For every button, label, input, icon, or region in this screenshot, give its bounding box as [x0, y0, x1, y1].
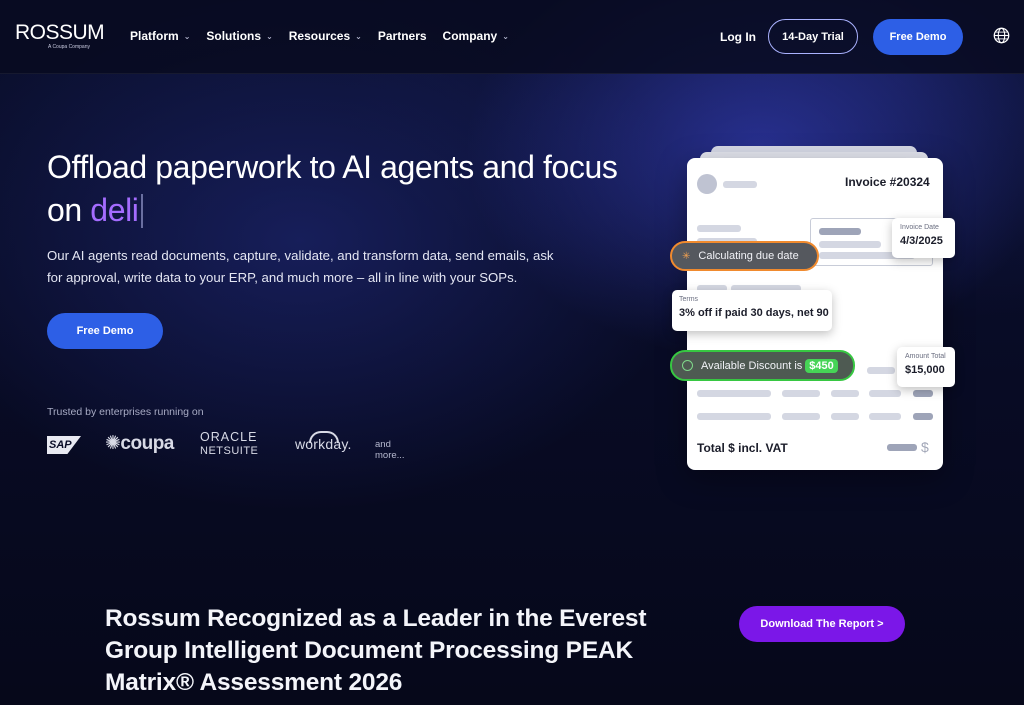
chevron-down-icon: ⌄	[183, 31, 191, 41]
placeholder-bar	[887, 444, 917, 451]
oracle-netsuite-logo: ORACLE NETSUITE	[200, 430, 258, 458]
placeholder-bar	[723, 181, 757, 188]
top-navigation: ROSSUM A Coupa Company Platform ⌄ Solutio…	[0, 0, 1024, 74]
globe-icon[interactable]	[993, 27, 1010, 44]
hero-typed-word: deli	[90, 192, 139, 228]
terms-label: Terms	[679, 296, 699, 303]
check-circle-icon	[682, 360, 693, 371]
invoice-date-value: 4/3/2025	[900, 235, 943, 247]
nav-links: Platform ⌄ Solutions ⌄ Resources ⌄ Partners…	[130, 29, 525, 43]
placeholder-bar	[782, 390, 820, 397]
calculating-status-pill: ✳ Calculating due date	[670, 241, 819, 271]
logo-tagline: A Coupa Company	[48, 44, 90, 50]
download-report-button[interactable]: Download The Report >	[739, 606, 905, 642]
nav-item-company[interactable]: Company ⌄	[443, 29, 509, 43]
placeholder-bar	[831, 390, 859, 397]
nav-item-platform[interactable]: Platform ⌄	[130, 29, 190, 43]
nav-item-label: Partners	[377, 29, 427, 43]
chevron-down-icon: ⌄	[266, 31, 273, 41]
hero-title: Offload paperwork to AI agents and focus…	[47, 146, 627, 232]
discount-text: Available Discount is	[701, 359, 803, 372]
discount-status-pill: Available Discount is $450	[670, 350, 855, 381]
placeholder-bar	[697, 225, 741, 232]
nav-item-partners[interactable]: Partners	[378, 29, 427, 43]
report-title: Rossum Recognized as a Leader in the Eve…	[105, 605, 647, 696]
login-link[interactable]: Log In	[720, 30, 756, 44]
terms-popup: Terms 3% off if paid 30 days, net 90	[672, 290, 832, 331]
terms-value: 3% off if paid 30 days, net 90	[679, 307, 829, 319]
chevron-down-icon: ⌄	[355, 31, 362, 41]
nav-item-solutions[interactable]: Solutions ⌄	[206, 29, 272, 43]
hero-description: Our AI agents read documents, capture, v…	[47, 248, 554, 285]
amount-total-label: Amount Total	[905, 353, 946, 360]
placeholder-bar	[697, 413, 771, 420]
placeholder-bar	[913, 390, 933, 397]
currency-symbol: $	[921, 439, 929, 455]
nav-item-label: Solutions	[206, 29, 262, 43]
amount-total-value: $15,000	[905, 364, 945, 376]
coupa-logo: ✺coupa	[105, 433, 174, 454]
placeholder-bar	[819, 241, 881, 248]
spinner-icon: ✳	[682, 250, 691, 262]
placeholder-bar	[831, 413, 859, 420]
placeholder-bar	[869, 390, 901, 397]
invoice-date-popup: Invoice Date 4/3/2025	[892, 218, 955, 258]
free-demo-nav-button[interactable]: Free Demo	[873, 19, 963, 55]
rossum-logo[interactable]: ROSSUM A Coupa Company	[15, 21, 105, 50]
invoice-total-label: Total $ incl. VAT	[697, 441, 788, 455]
chevron-down-icon: ⌄	[502, 31, 509, 41]
nav-item-label: Resources	[288, 29, 351, 43]
more-partners-text: and more...	[375, 439, 405, 461]
amount-total-popup: Amount Total $15,000	[897, 347, 955, 387]
workday-logo: workday.	[295, 436, 352, 452]
free-demo-hero-button[interactable]: Free Demo	[47, 313, 163, 349]
nav-item-label: Platform	[130, 29, 179, 43]
discount-amount: $450	[805, 358, 838, 373]
nav-item-label: Company	[442, 29, 498, 43]
logo-wordmark: ROSSUM	[15, 21, 105, 44]
typing-caret	[140, 194, 143, 228]
placeholder-bar	[867, 367, 895, 374]
placeholder-bar	[697, 390, 771, 397]
trial-button[interactable]: 14-Day Trial	[768, 19, 858, 54]
placeholder-bar	[782, 413, 820, 420]
trusted-label: Trusted by enterprises running on	[47, 406, 204, 418]
oracle-logo-text: ORACLE	[200, 430, 258, 444]
netsuite-logo-text: NETSUITE	[200, 445, 259, 457]
nav-item-resources[interactable]: Resources ⌄	[289, 29, 362, 43]
calculating-status-text: Calculating due date	[698, 250, 799, 262]
placeholder-bar	[913, 413, 933, 420]
placeholder-bar	[819, 228, 861, 235]
invoice-date-label: Invoice Date	[900, 224, 939, 231]
vendor-avatar	[697, 174, 717, 194]
invoice-number: Invoice #20324	[845, 175, 930, 189]
placeholder-bar	[869, 413, 901, 420]
coupa-logo-text: coupa	[120, 433, 174, 454]
